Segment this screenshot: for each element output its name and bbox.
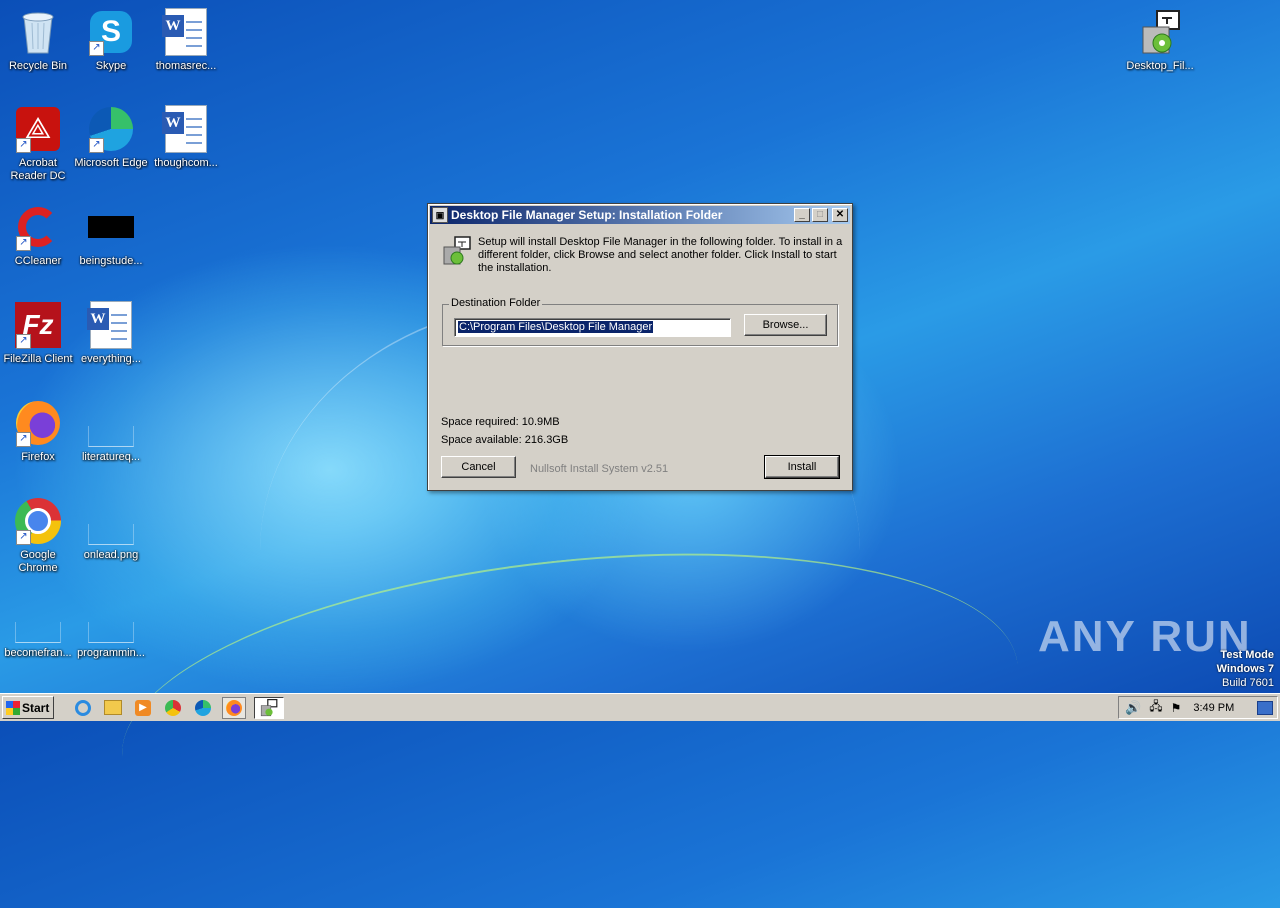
desktop-icon-everything[interactable]: W everything... — [73, 301, 149, 366]
installer-icon — [442, 236, 472, 266]
icon-label: becomefran... — [4, 647, 72, 659]
system-tray: 🔊 🖧 ⚑ 3:49 PM — [1118, 696, 1278, 719]
desktop-icon-desktop-fil[interactable]: Desktop_Fil... — [1122, 8, 1198, 73]
firefox-icon[interactable] — [222, 696, 246, 719]
desktop-icon-acrobat[interactable]: ⟁ ↗ Acrobat Reader DC — [0, 105, 76, 183]
desktop-icon-filezilla[interactable]: Fz ↗ FileZilla Client — [0, 301, 76, 366]
icon-label: onlead.png — [83, 549, 139, 561]
icon-label: everything... — [81, 353, 141, 365]
shortcut-arrow-icon: ↗ — [16, 138, 31, 153]
show-desktop-icon[interactable] — [1257, 700, 1273, 715]
icon-label: FileZilla Client — [3, 353, 73, 365]
start-button[interactable]: Start — [2, 696, 54, 719]
volume-icon[interactable]: 🔊 — [1125, 700, 1141, 716]
shortcut-arrow-icon: ↗ — [16, 432, 31, 447]
destination-path-input[interactable]: C:\Program Files\Desktop File Manager — [454, 318, 731, 337]
watermark-line: Test Mode — [1220, 649, 1274, 661]
image-file-icon — [87, 497, 135, 545]
desktop-icon-thoughcom[interactable]: W thoughcom... — [148, 105, 224, 170]
space-required: Space required: 10.9MB — [441, 416, 560, 428]
word-document-icon: W — [87, 301, 135, 349]
shortcut-arrow-icon: ↗ — [89, 138, 104, 153]
desktop-icon-beingstude[interactable]: beingstude... — [73, 203, 149, 268]
installer-icon — [1136, 8, 1184, 56]
desktop-icon-literatureq[interactable]: literatureq... — [73, 399, 149, 464]
desktop-icon-thomasrec[interactable]: W thomasrec... — [148, 8, 224, 73]
minimize-button[interactable]: _ — [794, 208, 810, 222]
dialog-title: Desktop File Manager Setup: Installation… — [451, 208, 723, 222]
watermark-line: Windows 7 — [1216, 663, 1274, 675]
clock[interactable]: 3:49 PM — [1193, 702, 1234, 714]
action-center-flag-icon[interactable]: ⚑ — [1171, 701, 1182, 715]
edge-icon: ↗ — [87, 105, 135, 153]
ccleaner-icon: ↗ — [14, 203, 62, 251]
installer-icon[interactable] — [254, 696, 284, 719]
icon-label: literatureq... — [81, 451, 141, 463]
icon-label: Google Chrome — [18, 549, 58, 574]
shortcut-arrow-icon: ↗ — [16, 530, 31, 545]
media-player-icon[interactable]: ▶ — [132, 698, 154, 718]
icon-label: Acrobat Reader DC — [10, 157, 66, 182]
destination-path-value: C:\Program Files\Desktop File Manager — [458, 321, 654, 333]
desktop-icon-recycle-bin[interactable]: Recycle Bin — [0, 8, 76, 73]
taskbar: Start ▶ 🔊 🖧 ⚑ 3:49 PM — [0, 693, 1280, 721]
test-mode-watermark: Test Mode Windows 7 Build 7601 — [1217, 648, 1274, 690]
filezilla-icon: Fz ↗ — [14, 301, 62, 349]
recycle-bin-icon — [14, 8, 62, 56]
close-button[interactable]: ✕ — [832, 208, 848, 222]
desktop-icon-skype[interactable]: S ↗ Skype — [73, 8, 149, 73]
space-available: Space available: 216.3GB — [441, 434, 569, 446]
icon-label: Skype — [95, 60, 127, 72]
skype-icon: S ↗ — [87, 8, 135, 56]
install-message: Setup will install Desktop File Manager … — [478, 236, 843, 274]
image-file-icon — [87, 203, 135, 251]
installer-icon: ▣ — [432, 207, 448, 223]
explorer-icon[interactable] — [102, 698, 124, 718]
destination-folder-label: Destination Folder — [449, 297, 543, 309]
windows-logo-icon — [6, 700, 20, 715]
maximize-button[interactable]: □ — [812, 208, 828, 222]
desktop-icon-becomefran[interactable]: becomefran... — [0, 595, 76, 660]
image-file-icon — [87, 595, 135, 643]
dialog-titlebar[interactable]: ▣ Desktop File Manager Setup: Installati… — [430, 206, 850, 224]
word-document-icon: W — [162, 105, 210, 153]
setup-dialog: ▣ Desktop File Manager Setup: Installati… — [427, 203, 853, 491]
icon-label: beingstude... — [79, 255, 143, 267]
icon-label: Desktop_Fil... — [1126, 60, 1194, 72]
acrobat-icon: ⟁ ↗ — [14, 105, 62, 153]
chrome-icon: ↗ — [14, 497, 62, 545]
firefox-icon: ↗ — [14, 399, 62, 447]
icon-label: CCleaner — [14, 255, 62, 267]
desktop-icon-programmin[interactable]: programmin... — [73, 595, 149, 660]
desktop-icon-chrome[interactable]: ↗ Google Chrome — [0, 497, 76, 575]
cancel-button[interactable]: Cancel — [441, 456, 516, 478]
desktop-icon-ccleaner[interactable]: ↗ CCleaner — [0, 203, 76, 268]
browse-button[interactable]: Browse... — [744, 314, 827, 336]
icon-label: Microsoft Edge — [74, 157, 148, 169]
watermark-line: Build 7601 — [1222, 677, 1274, 689]
icon-label: Recycle Bin — [8, 60, 68, 72]
image-file-icon — [14, 595, 62, 643]
icon-label: programmin... — [77, 647, 145, 659]
install-button[interactable]: Install — [764, 455, 840, 479]
shortcut-arrow-icon: ↗ — [16, 236, 31, 251]
desktop-icon-firefox[interactable]: ↗ Firefox — [0, 399, 76, 464]
image-file-icon — [87, 399, 135, 447]
icon-label: Firefox — [21, 451, 55, 463]
shortcut-arrow-icon: ↗ — [16, 334, 31, 349]
icon-label: thomasrec... — [155, 60, 217, 72]
edge-icon[interactable] — [192, 698, 214, 718]
dialog-body: Setup will install Desktop File Manager … — [428, 226, 852, 490]
shortcut-arrow-icon: ↗ — [89, 41, 104, 56]
network-icon[interactable]: 🖧 — [1149, 697, 1162, 718]
destination-folder-group: Destination Folder C:\Program Files\Desk… — [442, 297, 838, 346]
word-document-icon: W — [162, 8, 210, 56]
desktop-icon-edge[interactable]: ↗ Microsoft Edge — [73, 105, 149, 170]
nsis-branding: Nullsoft Install System v2.51 — [530, 463, 669, 475]
ie-icon[interactable] — [72, 698, 94, 718]
start-label: Start — [22, 700, 50, 715]
desktop-icon-onlead[interactable]: onlead.png — [73, 497, 149, 562]
icon-label: thoughcom... — [154, 157, 218, 169]
chrome-icon[interactable] — [162, 698, 184, 718]
